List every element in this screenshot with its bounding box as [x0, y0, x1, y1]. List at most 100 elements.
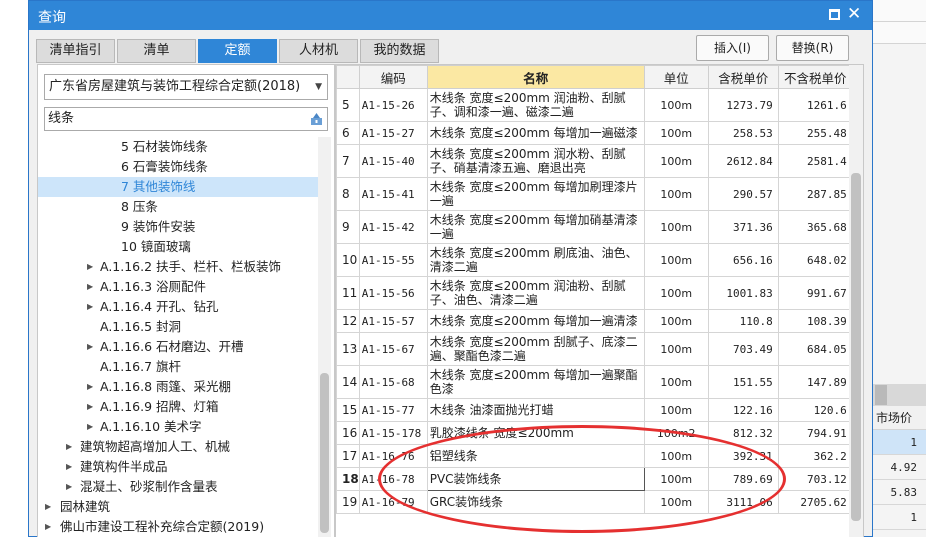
expand-arrow-icon[interactable]: ▶ [45, 517, 51, 537]
row-index[interactable]: 5 [336, 88, 360, 122]
market-price-cell[interactable]: 4.92 [873, 455, 926, 480]
tree-item[interactable]: A.1.16.7 旗杆 [100, 357, 181, 377]
table-row[interactable]: 6 A1-15-27 木线条 宽度≤200mm 每增加一遍磁漆 100m 258.53 2… [336, 121, 853, 145]
tree-item[interactable]: A.1.16.2 扶手、栏杆、栏板装饰 [100, 257, 281, 277]
row-code[interactable]: A1-15-41 [358, 177, 428, 211]
row-index[interactable]: 15 [336, 398, 360, 422]
table-row[interactable]: 15 A1-15-77 木线条 油漆面抛光打蜡 100m 122.16 120.6 [336, 398, 853, 422]
replace-button[interactable]: 替换(R) [776, 35, 849, 61]
row-code[interactable]: A1-15-68 [358, 365, 428, 399]
row-unit[interactable]: 100m [643, 144, 709, 178]
row-price-tax[interactable]: 122.16 [707, 398, 779, 422]
row-price-notax[interactable]: 255.48 [777, 121, 853, 145]
row-code[interactable]: A1-15-77 [358, 398, 428, 422]
table-row[interactable]: 13 A1-15-67 木线条 宽度≤200mm 刮腻子、底漆二遍、聚酯色漆二遍 10… [336, 332, 853, 366]
tree-item[interactable]: 建筑物超高增加人工、机械 [80, 437, 230, 457]
row-price-notax[interactable]: 147.89 [777, 365, 853, 399]
quota-library-select[interactable]: 广东省房屋建筑与装饰工程综合定额(2018) ▼ [44, 74, 328, 100]
expand-arrow-icon[interactable]: ▶ [87, 377, 93, 397]
row-code[interactable]: A1-15-55 [358, 243, 428, 277]
row-price-tax[interactable]: 151.55 [707, 365, 779, 399]
expand-arrow-icon[interactable]: ▶ [87, 257, 93, 277]
row-index[interactable]: 18 [336, 467, 360, 491]
row-code[interactable]: A1-15-26 [358, 88, 428, 122]
table-scrollbar-thumb[interactable] [851, 173, 861, 521]
header-code[interactable]: 编码 [358, 65, 428, 89]
row-price-tax[interactable]: 110.8 [707, 309, 779, 333]
row-unit[interactable]: 100m [643, 121, 709, 145]
background-tab[interactable] [875, 385, 887, 405]
row-index[interactable]: 16 [336, 421, 360, 445]
row-name[interactable]: 木线条 宽度≤200mm 润油粉、刮腻子、油色、清漆二遍 [426, 276, 645, 310]
row-unit[interactable]: 100m [643, 177, 709, 211]
row-unit[interactable]: 100m [643, 365, 709, 399]
row-code[interactable]: A1-15-67 [358, 332, 428, 366]
table-row[interactable]: 10 A1-15-55 木线条 宽度≤200mm 刷底油、油色、清漆二遍 100m 65… [336, 243, 853, 277]
title-bar[interactable]: 查询 ✕ [29, 1, 872, 30]
row-index[interactable]: 14 [336, 365, 360, 399]
row-code[interactable]: A1-15-40 [358, 144, 428, 178]
tree-item-selected[interactable]: 7 其他装饰线 [38, 177, 318, 197]
row-index[interactable]: 9 [336, 210, 360, 244]
row-price-notax[interactable]: 648.02 [777, 243, 853, 277]
market-price-cell[interactable]: 5.83 [873, 480, 926, 505]
header-price-notax[interactable]: 不含税单价 [777, 65, 853, 89]
insert-button[interactable]: 插入(I) [696, 35, 769, 61]
row-name[interactable]: 木线条 宽度≤200mm 刮腻子、底漆二遍、聚酯色漆二遍 [426, 332, 645, 366]
header-price-tax[interactable]: 含税单价 [707, 65, 779, 89]
row-price-notax[interactable]: 365.68 [777, 210, 853, 244]
header-unit[interactable]: 单位 [643, 65, 709, 89]
table-row[interactable]: 5 A1-15-26 木线条 宽度≤200mm 润油粉、刮腻子、调和漆一遍、磁漆二遍… [336, 88, 853, 122]
tab-list[interactable]: 清单 [117, 39, 196, 63]
tree-scrollbar[interactable] [318, 137, 331, 537]
row-price-notax[interactable]: 794.91 [777, 421, 853, 445]
row-index[interactable]: 17 [336, 444, 360, 468]
row-index[interactable]: 8 [336, 177, 360, 211]
expand-arrow-icon[interactable]: ▶ [87, 297, 93, 317]
row-code[interactable]: A1-15-178 [358, 421, 428, 445]
row-code[interactable]: A1-15-42 [358, 210, 428, 244]
market-price-cell[interactable]: 1 [873, 430, 926, 455]
tree-item[interactable]: A.1.16.9 招牌、灯箱 [100, 397, 219, 417]
row-price-tax[interactable]: 371.36 [707, 210, 779, 244]
expand-arrow-icon[interactable]: ▶ [66, 437, 72, 457]
row-name[interactable]: 木线条 宽度≤200mm 润油粉、刮腻子、调和漆一遍、磁漆二遍 [426, 88, 645, 122]
row-price-notax[interactable]: 991.67 [777, 276, 853, 310]
tab-labor-material-machine[interactable]: 人材机 [279, 39, 358, 63]
row-code[interactable]: A1-15-57 [358, 309, 428, 333]
table-scrollbar[interactable] [849, 65, 863, 537]
tree-item[interactable]: 混凝土、砂浆制作含量表 [80, 477, 218, 497]
row-price-tax[interactable]: 1273.79 [707, 88, 779, 122]
tree-item[interactable]: A.1.16.4 开孔、钻孔 [100, 297, 219, 317]
maximize-icon[interactable] [829, 9, 840, 20]
row-unit[interactable]: 100m [643, 243, 709, 277]
row-price-notax[interactable]: 362.2 [777, 444, 853, 468]
row-index[interactable]: 13 [336, 332, 360, 366]
tree-item[interactable]: 建筑构件半成品 [80, 457, 168, 477]
tree-item[interactable]: A.1.16.3 浴厕配件 [100, 277, 206, 297]
table-row[interactable]: 11 A1-15-56 木线条 宽度≤200mm 润油粉、刮腻子、油色、清漆二遍 10… [336, 276, 853, 310]
row-index[interactable]: 12 [336, 309, 360, 333]
row-index[interactable]: 11 [336, 276, 360, 310]
row-price-notax[interactable]: 287.85 [777, 177, 853, 211]
row-price-notax[interactable]: 2705.62 [777, 490, 853, 514]
row-price-notax[interactable]: 2581.4 [777, 144, 853, 178]
row-unit[interactable]: 100m [643, 398, 709, 422]
table-row[interactable]: 7 A1-15-40 木线条 宽度≤200mm 润水粉、刮腻子、硝基清漆五遍、磨退出… [336, 144, 853, 178]
chevron-down-icon[interactable]: ▼ [315, 75, 322, 99]
header-name[interactable]: 名称 [426, 65, 645, 89]
tab-quota[interactable]: 定额 [198, 39, 277, 63]
row-unit[interactable]: 100m [643, 309, 709, 333]
row-price-notax[interactable]: 1261.6 [777, 88, 853, 122]
row-name[interactable]: 木线条 宽度≤200mm 每增加一遍磁漆 [426, 121, 645, 145]
expand-arrow-icon[interactable]: ▶ [87, 417, 93, 437]
row-price-notax[interactable]: 703.12 [777, 467, 853, 491]
close-icon[interactable]: ✕ [847, 4, 861, 24]
tree-item[interactable]: A.1.16.5 封洞 [100, 317, 181, 337]
row-price-notax[interactable]: 120.6 [777, 398, 853, 422]
row-name[interactable]: 木线条 宽度≤200mm 润水粉、刮腻子、硝基清漆五遍、磨退出亮 [426, 144, 645, 178]
row-unit[interactable]: 100m [643, 210, 709, 244]
tree-item[interactable]: 佛山市建设工程补充综合定额(2019) [60, 517, 264, 537]
row-index[interactable]: 19 [336, 490, 360, 514]
row-price-tax[interactable]: 290.57 [707, 177, 779, 211]
